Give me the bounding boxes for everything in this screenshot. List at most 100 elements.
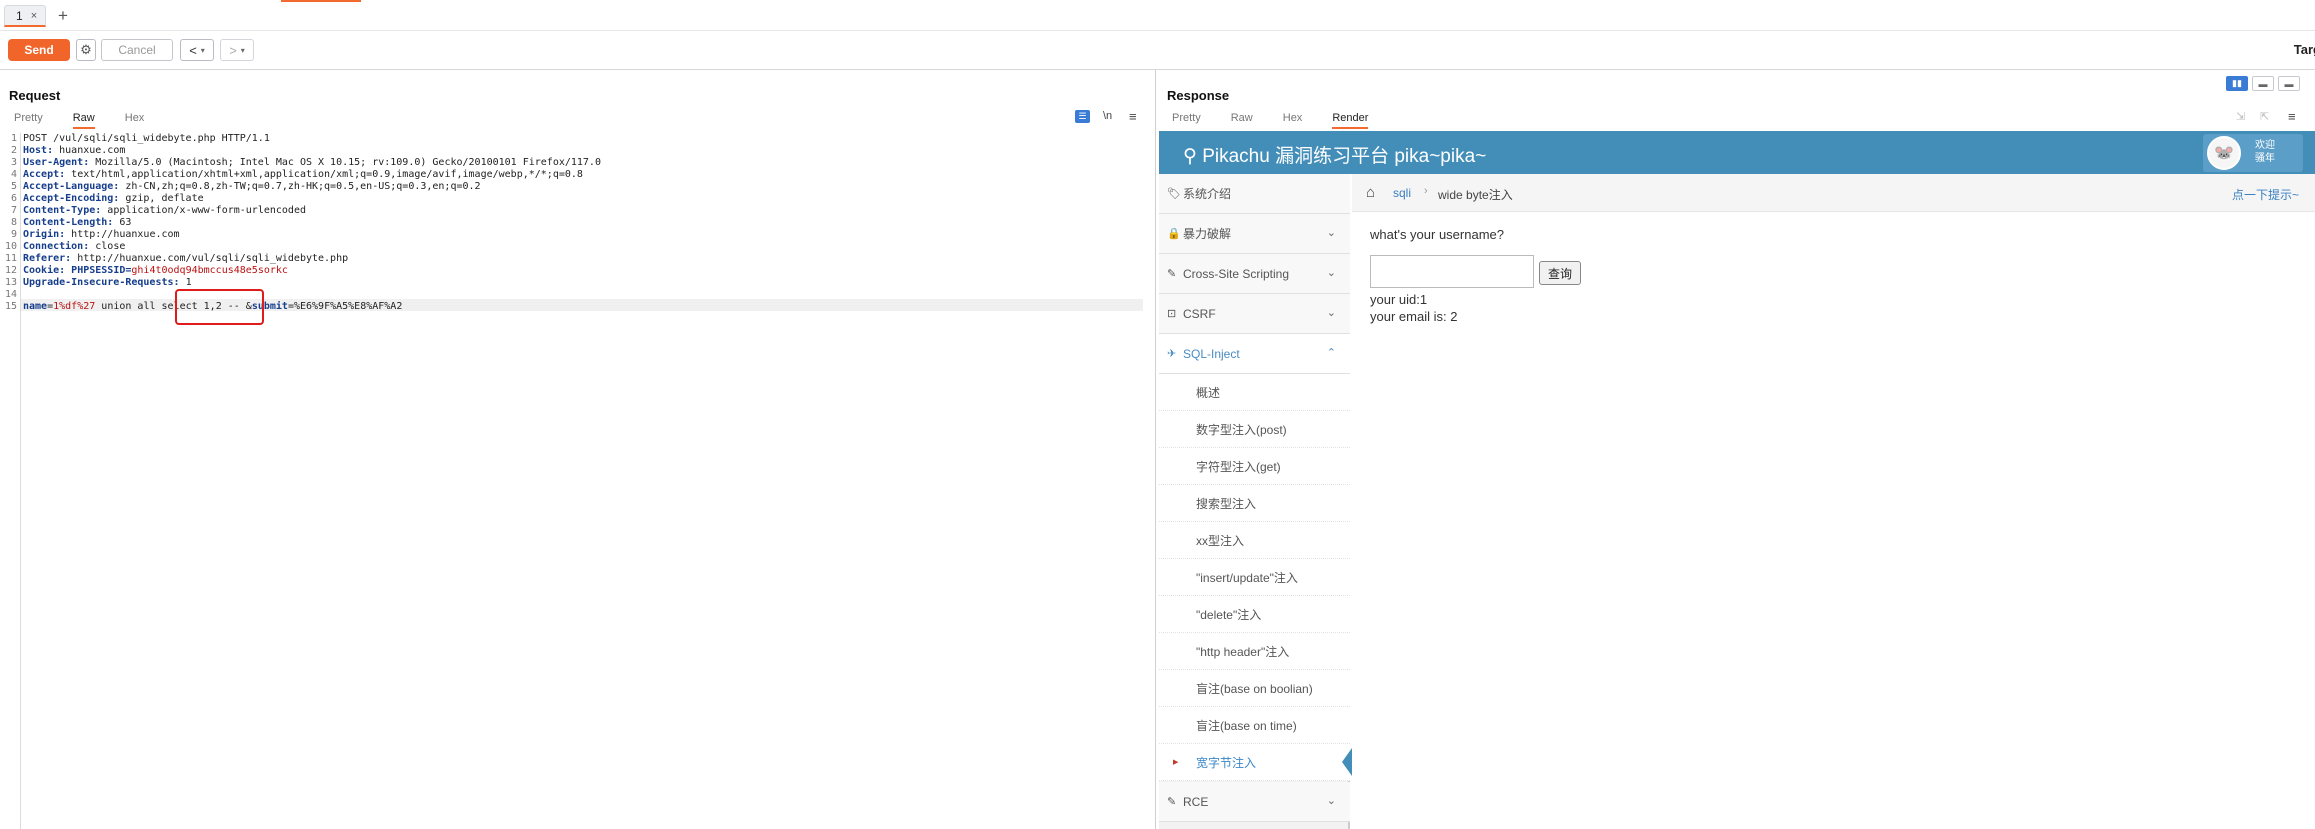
sidebar-subitem-active[interactable]: ▶ 宽字节注入 <box>1159 744 1352 781</box>
collapse-icon[interactable]: ⇱ <box>2260 110 2269 123</box>
menu-icon[interactable]: ≡ <box>1129 109 1137 124</box>
layout-buttons: ▮▮ ▬ ▬ <box>2226 76 2300 92</box>
plane-icon: ✈ <box>1167 348 1177 360</box>
tag-icon: 🏷 <box>1167 188 1181 200</box>
cancel-button[interactable]: Cancel <box>101 39 173 61</box>
menu-icon[interactable]: ≡ <box>2288 109 2296 124</box>
breadcrumb-sqli[interactable]: sqli <box>1393 186 1411 200</box>
page-header: ⚲ Pikachu 漏洞练习平台 pika~pika~ 🐭 欢迎 骚年 <box>1159 131 2315 174</box>
layout-split-icon[interactable]: ▮▮ <box>2226 76 2248 91</box>
chevron-down-icon: ⌄ <box>1326 267 1336 279</box>
tab-hex[interactable]: Hex <box>1283 112 1303 129</box>
sidebar-subitem[interactable]: xx型注入 <box>1159 522 1350 559</box>
code-line: 2 Host: huanxue.com <box>10 145 126 156</box>
code-line: 9 Origin: http://huanxue.com <box>10 229 180 240</box>
active-marker-icon: ▶ <box>1173 759 1179 766</box>
chevron-up-icon: ⌃ <box>1326 347 1336 359</box>
tab-hex[interactable]: Hex <box>125 112 145 129</box>
request-title: Request <box>9 88 61 103</box>
code-line: 8 Content-Length: 63 <box>10 217 132 228</box>
sidebar-item-intro[interactable]: 🏷 系统介绍 <box>1159 174 1350 214</box>
new-tab-button[interactable]: + <box>58 6 68 26</box>
gear-icon[interactable]: ⚙ <box>76 39 96 61</box>
forward-button[interactable]: > ▾ <box>220 39 254 61</box>
tab-raw[interactable]: Raw <box>72 112 95 129</box>
tab-1[interactable]: 1 × <box>4 5 46 27</box>
breadcrumb-current: wide byte注入 <box>1438 188 1513 202</box>
sidebar-subitem[interactable]: 盲注(base on boolian) <box>1159 670 1350 707</box>
highlight-box <box>175 289 264 325</box>
home-icon[interactable]: ⌂ <box>1366 184 1375 201</box>
chevron-right-icon: > <box>229 42 237 58</box>
chevron-left-icon: < <box>189 42 197 58</box>
code-line: 5 Accept-Language: zh-CN,zh;q=0.8,zh-TW;q… <box>10 181 481 192</box>
sidebar-item-xss[interactable]: ✎ Cross-Site Scripting ⌄ <box>1159 254 1350 294</box>
sidebar-subitem[interactable]: "insert/update"注入 <box>1159 559 1350 596</box>
page-title: ⚲ Pikachu 漏洞练习平台 pika~pika~ <box>1183 146 1487 167</box>
chevron-down-icon: ⌄ <box>1326 227 1336 239</box>
chevron-right-icon: › <box>1424 185 1428 197</box>
layout-horizontal-icon[interactable]: ▬ <box>2252 76 2274 91</box>
chevron-down-icon: ▾ <box>240 45 245 55</box>
newline-icon[interactable]: \n <box>1103 110 1112 122</box>
request-editor[interactable]: 1 POST /vul/sqli/sqli_widebyte.php HTTP/1… <box>0 133 1145 829</box>
avatar: 🐭 <box>2207 136 2241 170</box>
response-tabs: Pretty Raw Hex Render <box>1172 112 1398 129</box>
sidebar-item-bruteforce[interactable]: 🔒 暴力破解 ⌄ <box>1159 214 1350 254</box>
sidebar-item-sqli[interactable]: ✈ SQL-Inject ⌃ <box>1159 334 1350 374</box>
sidebar-subitem[interactable]: 数字型注入(post) <box>1159 411 1350 448</box>
code-line: 11 Referer: http://huanxue.com/vul/sqli/s… <box>4 253 349 264</box>
code-line: 1 POST /vul/sqli/sqli_widebyte.php HTTP/1… <box>10 133 270 144</box>
result-uid: your uid:1 <box>1370 292 1428 307</box>
sidebar-item-rce[interactable]: ✎ RCE ⌄ <box>1159 782 1350 822</box>
tab-label: 1 <box>16 8 23 23</box>
code-line: 13 Upgrade-Insecure-Requests: 1 <box>4 277 192 288</box>
sidebar-subitem[interactable]: "http header"注入 <box>1159 633 1350 670</box>
sidebar-subitem[interactable]: 概述 <box>1159 374 1350 411</box>
hint-link[interactable]: 点一下提示~ <box>2232 186 2299 203</box>
sidebar-subitem[interactable]: 字符型注入(get) <box>1159 448 1350 485</box>
response-title: Response <box>1167 88 1230 103</box>
sidebar-subitem[interactable]: 盲注(base on time) <box>1159 707 1350 744</box>
tab-bar: 1 × + <box>0 0 2315 31</box>
toolbar: Send ⚙ Cancel < ▾ > ▾ Targ <box>0 31 2315 69</box>
layout-vertical-icon[interactable]: ▬ <box>2278 76 2300 91</box>
code-line: 14 <box>4 289 17 300</box>
code-line: 7 Content-Type: application/x-www-form-ur… <box>10 205 306 216</box>
username-input[interactable] <box>1370 255 1534 288</box>
key-icon: ⚲ <box>1183 146 1203 167</box>
request-tabs: Pretty Raw Hex <box>14 112 174 129</box>
pencil-icon: ✎ <box>1167 268 1177 280</box>
active-notch <box>1342 748 1352 776</box>
share-icon: ⊡ <box>1167 308 1177 320</box>
close-icon[interactable]: × <box>31 10 37 22</box>
tab-pretty[interactable]: Pretty <box>14 112 43 129</box>
query-button[interactable]: 查询 <box>1539 261 1581 285</box>
wrap-icon[interactable]: ☰ <box>1075 110 1090 123</box>
welcome-text: 欢迎 骚年 <box>2255 140 2275 164</box>
tab-accent <box>281 0 361 2</box>
tab-pretty[interactable]: Pretty <box>1172 112 1201 129</box>
code-line: 10 Connection: close <box>4 241 126 252</box>
result-email: your email is: 2 <box>1370 309 1458 324</box>
tab-raw[interactable]: Raw <box>1231 112 1253 129</box>
chevron-down-icon: ⌄ <box>1326 795 1336 807</box>
code-line: 6 Accept-Encoding: gzip, deflate <box>10 193 204 204</box>
sidebar: 🏷 系统介绍 🔒 暴力破解 ⌄ ✎ Cross-Site Scripting ⌄ ⊡ CSR… <box>1159 174 1352 829</box>
username-question: what's your username? <box>1370 227 1504 242</box>
sidebar-subitem[interactable]: "delete"注入 <box>1159 596 1350 633</box>
sidebar-item-csrf[interactable]: ⊡ CSRF ⌄ <box>1159 294 1350 334</box>
sidebar-subitem[interactable]: 搜索型注入 <box>1159 485 1350 522</box>
target-label[interactable]: Targ <box>2294 42 2315 57</box>
back-button[interactable]: < ▾ <box>180 39 214 61</box>
chevron-down-icon: ▾ <box>200 45 205 55</box>
code-line: 4 Accept: text/html,application/xhtml+xml… <box>10 169 583 180</box>
code-line: 3 User-Agent: Mozilla/5.0 (Macintosh; Int… <box>10 157 601 168</box>
breadcrumb: ⌂ sqli › wide byte注入 点一下提示~ <box>1352 174 2315 212</box>
tab-render[interactable]: Render <box>1332 112 1369 129</box>
pencil-icon: ✎ <box>1167 796 1177 808</box>
send-button[interactable]: Send <box>8 39 70 61</box>
expand-icon[interactable]: ⇲ <box>2236 110 2245 123</box>
user-menu[interactable]: 🐭 欢迎 骚年 <box>2203 134 2303 172</box>
chevron-down-icon: ⌄ <box>1326 307 1336 319</box>
